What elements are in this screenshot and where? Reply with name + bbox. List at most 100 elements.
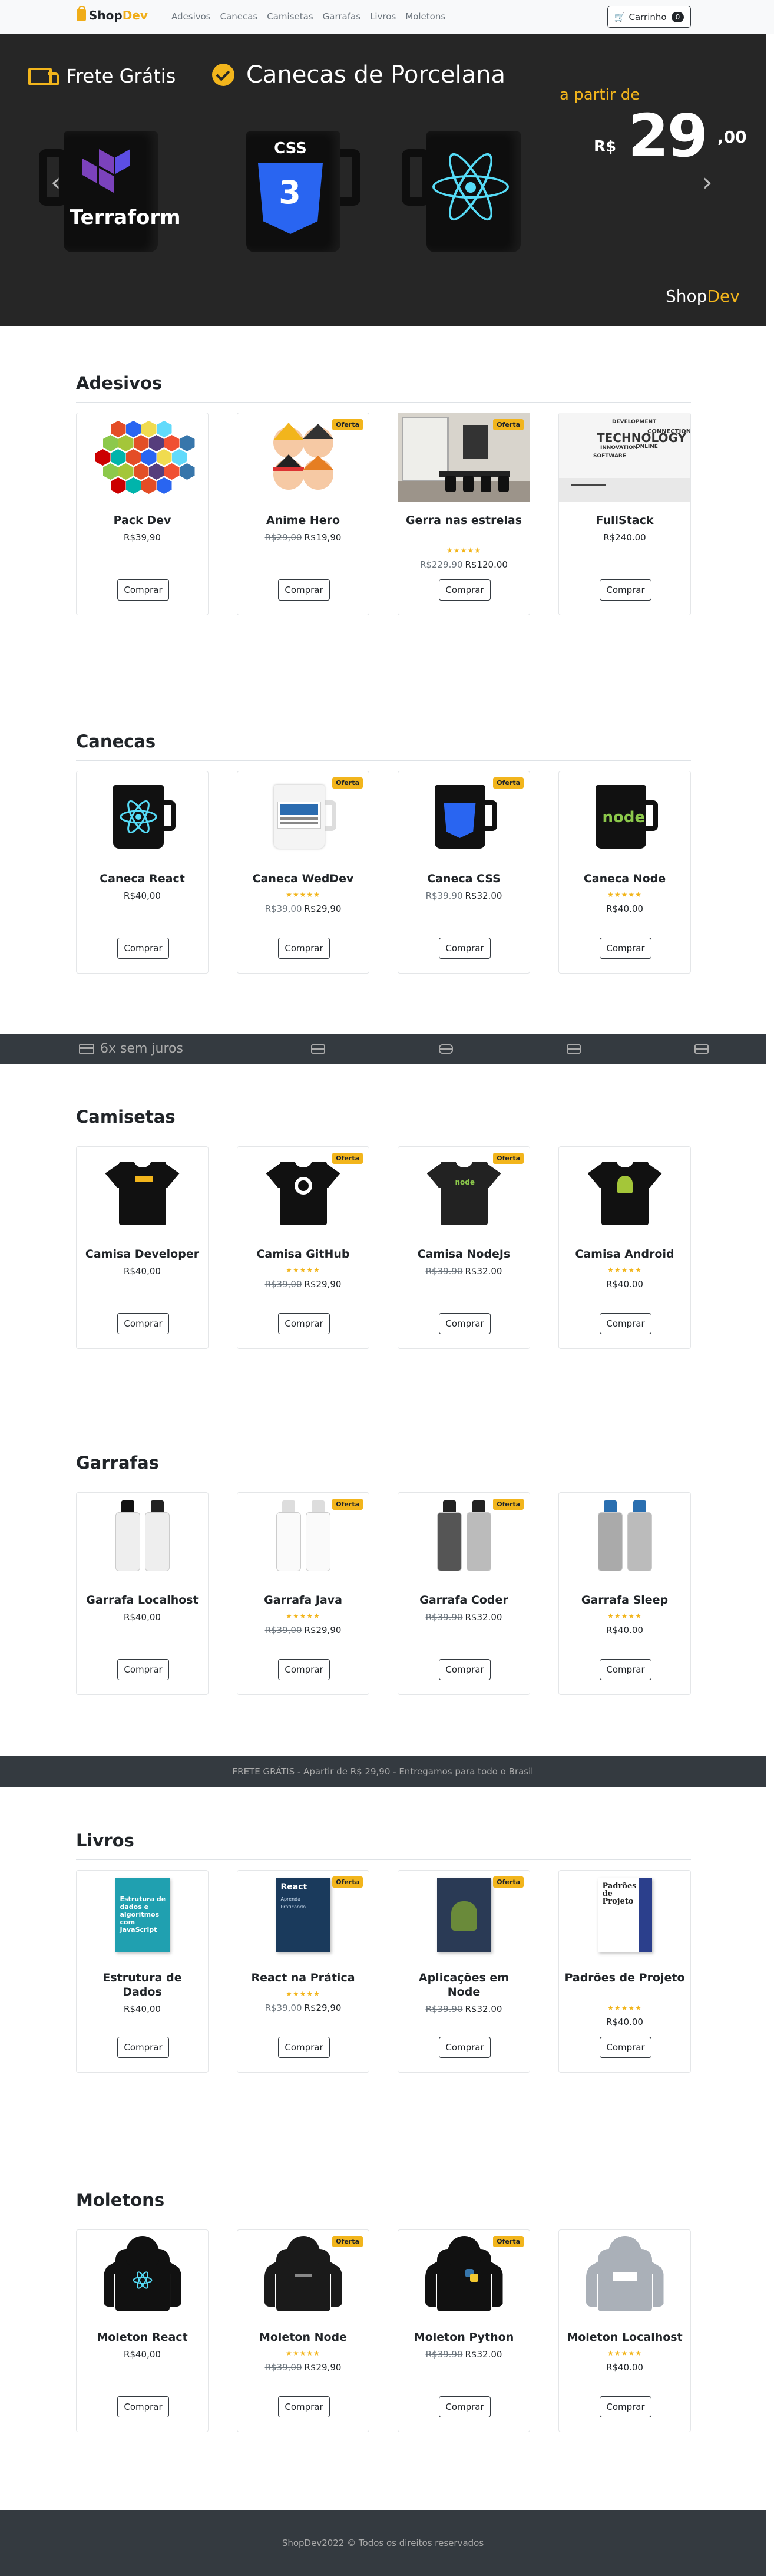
product-card: Oferta Gerra nas estrelas ★★★★★ R$229.90 R$1…: [398, 413, 530, 615]
buy-button[interactable]: Comprar: [439, 2037, 491, 2058]
nav-link-canecas[interactable]: Canecas: [220, 11, 258, 22]
cart-button[interactable]: 🛒 Carrinho 0: [607, 6, 691, 28]
product-image[interactable]: [77, 1493, 208, 1581]
product-image[interactable]: [559, 1493, 690, 1581]
product-name: Padrões de Projeto: [564, 1971, 685, 1984]
rating-stars: ★★★★★: [286, 1266, 320, 1274]
react-atom-icon: [432, 147, 509, 226]
credit-card-icon: [567, 1044, 587, 1054]
current-price: R$40.00: [606, 1279, 643, 1289]
buy-button[interactable]: Comprar: [600, 2037, 651, 2058]
current-price: R$32.00: [465, 2349, 502, 2360]
product-name: Garrafa Coder: [419, 1594, 508, 1607]
nav-link-camisetas[interactable]: Camisetas: [267, 11, 313, 22]
product-name: Gerra nas estrelas: [405, 514, 522, 527]
buy-button[interactable]: Comprar: [439, 2396, 491, 2417]
buy-button[interactable]: Comprar: [600, 2396, 651, 2417]
buy-button[interactable]: Comprar: [278, 579, 330, 601]
buy-button[interactable]: Comprar: [439, 1659, 491, 1680]
buy-button[interactable]: Comprar: [600, 938, 651, 959]
credit-card-icon: [79, 1043, 94, 1054]
buy-button[interactable]: Comprar: [117, 2396, 169, 2417]
rating-stars: ★★★★★: [286, 1990, 320, 1998]
nav-link-moletons[interactable]: Moletons: [405, 11, 445, 22]
current-price: R$32.00: [465, 2004, 502, 2014]
product-image[interactable]: Estrutura de dados e algoritmos com Java…: [77, 1871, 208, 1959]
buy-button[interactable]: Comprar: [278, 1313, 330, 1334]
nav-link-adesivos[interactable]: Adesivos: [171, 11, 211, 22]
product-image[interactable]: [77, 413, 208, 502]
buy-button[interactable]: Comprar: [278, 2396, 330, 2417]
buy-button[interactable]: Comprar: [600, 579, 651, 601]
product-card: Oferta Caneca CSS R$39.90 R$32.00 Comprar: [398, 771, 530, 974]
nav-link-garrafas[interactable]: Garrafas: [323, 11, 360, 22]
developer-shirt-icon: [104, 1156, 181, 1226]
node-book-cover: [436, 1878, 491, 1952]
hero-mug-css-number: 3: [279, 174, 301, 211]
react-hoodie-icon: [101, 2236, 184, 2313]
current-price: R$40,00: [124, 2004, 161, 2014]
product-card: Oferta Caneca WedDev ★★★★★ R$39,00 R$29,90 Co…: [237, 771, 369, 974]
buy-button[interactable]: Comprar: [439, 938, 491, 959]
product-price: R$39,00 R$29,90: [237, 2362, 369, 2373]
hero-mug-terraform-text: Terraform: [70, 206, 181, 229]
section-camisetas: Camisetas Camisa Developer R$40,00 Comprar O…: [76, 1106, 691, 1350]
buy-button[interactable]: Comprar: [117, 579, 169, 601]
product-image[interactable]: [559, 2230, 690, 2318]
product-price: R$40.00: [559, 903, 690, 914]
hero-logo-shop: Shop: [666, 286, 707, 306]
product-grid: Camisa Developer R$40,00 Comprar Oferta Cami…: [76, 1146, 691, 1350]
section-divider: [76, 760, 691, 761]
product-image[interactable]: [77, 771, 208, 860]
buy-button[interactable]: Comprar: [439, 1313, 491, 1334]
product-card: Oferta Aplicações em Node R$39.90 R$32.00 Co…: [398, 1870, 530, 2073]
product-price: R$40.00: [559, 2017, 690, 2027]
buy-button[interactable]: Comprar: [117, 1659, 169, 1680]
product-grid: Estrutura de dados e algoritmos com Java…: [76, 1870, 691, 2073]
current-price: R$32.00: [465, 1612, 502, 1622]
buy-button[interactable]: Comprar: [439, 579, 491, 601]
buy-button[interactable]: Comprar: [600, 1659, 651, 1680]
section-adesivos: Adesivos Pack Dev R$39,90 Comprar Oferta Anim…: [76, 372, 691, 616]
product-image[interactable]: node: [559, 771, 690, 860]
android-shirt-icon: [587, 1156, 663, 1226]
brand-logo[interactable]: Shop Dev: [77, 6, 148, 22]
product-price: R$40.00: [559, 1625, 690, 1635]
cart-icon: 🛒: [614, 11, 626, 22]
product-image[interactable]: [559, 1147, 690, 1235]
current-price: R$40,00: [124, 1266, 161, 1277]
product-image[interactable]: Padrões de Projeto: [559, 1871, 690, 1959]
current-price: R$40,00: [124, 1612, 161, 1622]
buy-button[interactable]: Comprar: [117, 2037, 169, 2058]
buy-button[interactable]: Comprar: [600, 1313, 651, 1334]
buy-button[interactable]: Comprar: [278, 1659, 330, 1680]
nav-link-livros[interactable]: Livros: [370, 11, 396, 22]
offer-badge: Oferta: [493, 777, 524, 789]
buy-button[interactable]: Comprar: [278, 2037, 330, 2058]
shopping-bag-icon: [77, 6, 86, 21]
old-price: R$39.90: [425, 2004, 463, 2014]
section-title: Garrafas: [76, 1453, 159, 1473]
carousel-prev-arrow[interactable]: ‹: [51, 167, 61, 197]
buy-button[interactable]: Comprar: [278, 938, 330, 959]
buy-button[interactable]: Comprar: [117, 938, 169, 959]
product-image[interactable]: [77, 2230, 208, 2318]
hero-logo-dev: Dev: [707, 286, 740, 306]
product-name: Moleton Node: [259, 2331, 348, 2344]
current-price: R$40.00: [606, 2017, 643, 2027]
carousel-next-arrow[interactable]: ›: [702, 167, 713, 197]
cart-count-badge: 0: [671, 11, 684, 22]
debit-card-icon: [694, 1044, 715, 1054]
current-price: R$39,90: [124, 532, 161, 543]
product-image[interactable]: DEVELOPMENT TECHNOLOGY CONNECTION INNOVATIO…: [559, 413, 690, 502]
old-price: R$39.90: [425, 1612, 463, 1622]
buy-button[interactable]: Comprar: [117, 1313, 169, 1334]
product-image[interactable]: [77, 1147, 208, 1235]
old-price: R$39.90: [425, 1266, 463, 1277]
product-price: R$40,00: [77, 2004, 208, 2014]
section-title: Livros: [76, 1830, 134, 1851]
barcode-icon: [311, 1044, 331, 1054]
footer: ShopDev2022 © Todos os direitos reservad…: [0, 2510, 766, 2576]
current-price: R$40.00: [606, 903, 643, 914]
java-bottle-icon: [274, 1500, 333, 1574]
